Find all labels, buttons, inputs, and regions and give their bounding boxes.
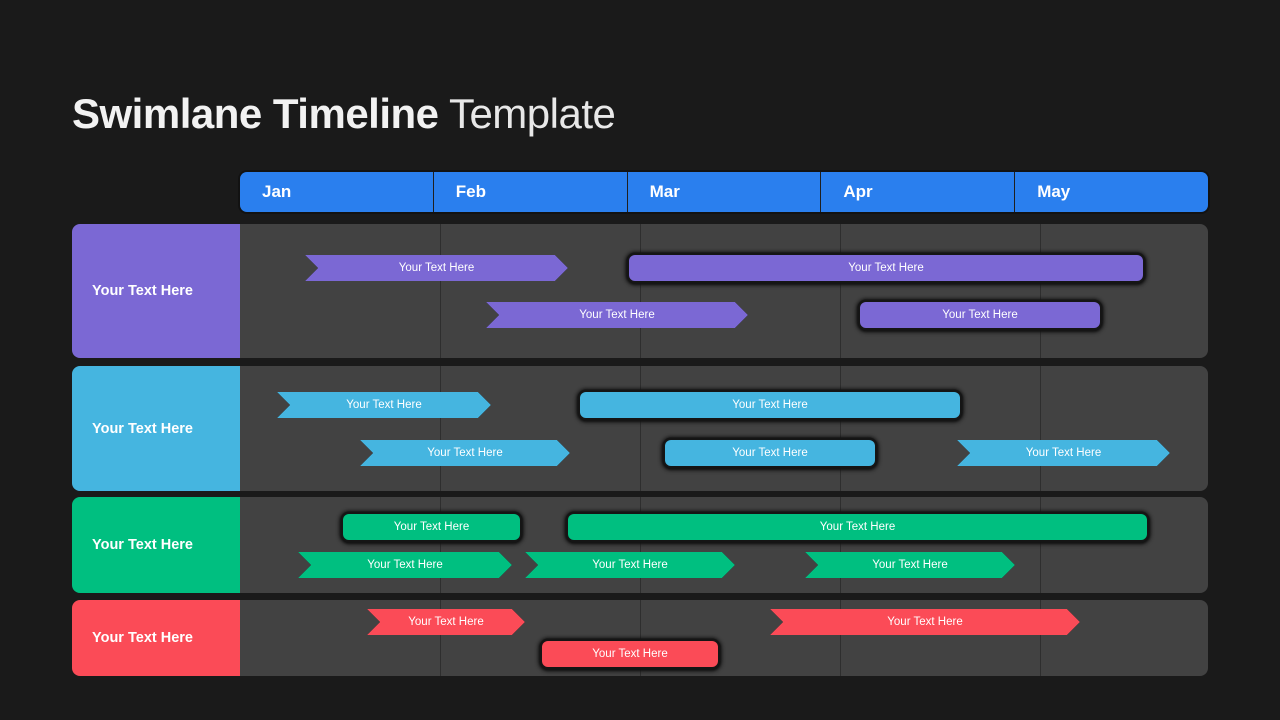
gridline-4 — [1040, 366, 1041, 491]
month-label: May — [1037, 182, 1071, 201]
timeline-bar-fill — [486, 302, 748, 328]
month-column-may[interactable]: May — [1015, 172, 1208, 212]
gridline-4 — [1040, 497, 1041, 593]
timeline-month-header: Jan Feb Mar Apr May — [240, 172, 1208, 212]
timeline-bar[interactable]: Your Text Here — [298, 552, 512, 578]
month-column-jan[interactable]: Jan — [240, 172, 434, 212]
timeline-bar-label: Your Text Here — [732, 399, 808, 411]
timeline-bar[interactable]: Your Text Here — [580, 392, 960, 418]
timeline-bar-fill — [770, 609, 1080, 635]
swimlane-row-1: Your Text Here Your Text Here Your Text He… — [72, 224, 1208, 358]
swimlane-row-2: Your Text Here Your Text Here Your Text He… — [72, 366, 1208, 491]
swimlane-label-4[interactable]: Your Text Here — [72, 600, 240, 676]
gridline-3 — [840, 224, 841, 358]
page-title: Swimlane Timeline Template — [72, 90, 616, 138]
swimlane-row-4: Your Text Here Your Text Here Your Text He… — [72, 600, 1208, 676]
timeline-bar[interactable]: Your Text Here — [542, 641, 718, 667]
timeline-bar-fill — [277, 392, 491, 418]
timeline-bar-fill — [298, 552, 512, 578]
month-column-feb[interactable]: Feb — [434, 172, 628, 212]
month-column-apr[interactable]: Apr — [821, 172, 1016, 212]
timeline-bar[interactable]: Your Text Here — [805, 552, 1015, 578]
swimlane-label-text: Your Text Here — [92, 420, 193, 437]
page-title-light: Template — [438, 90, 616, 138]
timeline-bar[interactable]: Your Text Here — [305, 255, 568, 281]
swimlane-row-3: Your Text Here Your Text Here Your Text He… — [72, 497, 1208, 593]
swimlane-label-text: Your Text Here — [92, 537, 193, 553]
gridline-1 — [440, 497, 441, 593]
gridline-3 — [840, 366, 841, 491]
swimlane-track-1: Your Text Here Your Text Here Your Text He… — [240, 224, 1208, 358]
month-label: Apr — [843, 182, 873, 201]
timeline-bar-label: Your Text Here — [848, 262, 924, 274]
timeline-bar[interactable]: Your Text Here — [277, 392, 491, 418]
timeline-bar-fill — [805, 552, 1015, 578]
swimlane-label-text: Your Text Here — [92, 630, 193, 646]
gridline-4 — [1040, 224, 1041, 358]
timeline-bar-label: Your Text Here — [819, 521, 896, 533]
swimlane-track-4: Your Text Here Your Text Here Your Text He… — [240, 600, 1208, 676]
timeline-bar-fill — [525, 552, 735, 578]
month-label: Mar — [649, 182, 680, 201]
month-label: Feb — [455, 182, 487, 201]
gridline-3 — [840, 497, 841, 593]
timeline-bar[interactable]: Your Text Here — [343, 514, 520, 540]
timeline-bar-label: Your Text Here — [732, 447, 808, 459]
swimlane-track-2: Your Text Here Your Text Here Your Text He… — [240, 366, 1208, 491]
timeline-bar[interactable]: Your Text Here — [860, 302, 1100, 328]
timeline-bar[interactable]: Your Text Here — [525, 552, 735, 578]
timeline-bar[interactable]: Your Text Here — [629, 255, 1143, 281]
timeline-bar-fill — [360, 440, 570, 466]
timeline-bar-fill — [305, 255, 568, 281]
timeline-bar-fill — [957, 440, 1170, 466]
swimlane-label-text: Your Text Here — [92, 283, 193, 299]
timeline-bar[interactable]: Your Text Here — [360, 440, 570, 466]
timeline-bar-fill — [367, 609, 525, 635]
timeline-bar-label: Your Text Here — [393, 521, 470, 533]
gridline-1 — [440, 224, 441, 358]
gridline-2 — [640, 224, 641, 358]
swimlane-label-2[interactable]: Your Text Here — [72, 366, 240, 491]
month-label: Jan — [262, 182, 292, 201]
timeline-bar-label: Your Text Here — [592, 648, 668, 660]
timeline-bar-label: Your Text Here — [942, 309, 1018, 321]
month-column-mar[interactable]: Mar — [628, 172, 822, 212]
timeline-bar[interactable]: Your Text Here — [568, 514, 1147, 540]
swimlane-label-1[interactable]: Your Text Here — [72, 224, 240, 358]
timeline-bar[interactable]: Your Text Here — [486, 302, 748, 328]
timeline-bar[interactable]: Your Text Here — [957, 440, 1170, 466]
page-title-bold: Swimlane Timeline — [72, 90, 439, 138]
gridline-2 — [640, 366, 641, 491]
timeline-bar[interactable]: Your Text Here — [367, 609, 525, 635]
gridline-1 — [440, 366, 441, 491]
swimlane-label-3[interactable]: Your Text Here — [72, 497, 240, 593]
timeline-bar[interactable]: Your Text Here — [770, 609, 1080, 635]
swimlane-track-3: Your Text Here Your Text Here Your Text He… — [240, 497, 1208, 593]
timeline-bar[interactable]: Your Text Here — [665, 440, 875, 466]
gridline-2 — [640, 497, 641, 593]
